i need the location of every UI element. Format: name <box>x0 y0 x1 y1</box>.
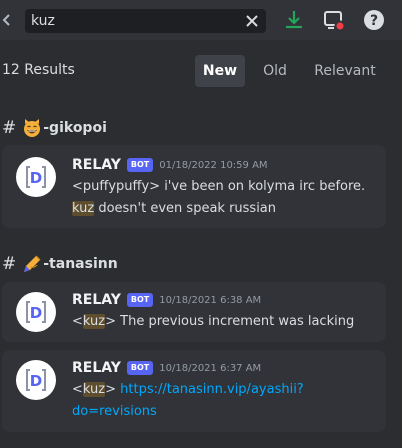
search-input[interactable] <box>31 11 241 31</box>
message-link[interactable]: https://tanasinn.vip/ayashii? <box>120 382 304 397</box>
relay-avatar-icon: D <box>26 166 46 188</box>
message-text-rest: > <box>105 382 121 397</box>
writing-hand-icon <box>22 254 43 274</box>
top-bar: ? <box>0 0 402 40</box>
svg-text:D: D <box>30 304 42 322</box>
message-text: kuz doesn't even speak russian <box>72 198 276 220</box>
relay-avatar-icon: D <box>26 301 46 323</box>
channel-hash-icon: # <box>2 254 17 274</box>
search-highlight: kuz <box>82 314 106 329</box>
tab-old[interactable]: Old <box>252 55 298 87</box>
bot-tag: BOT <box>126 158 154 172</box>
search-highlight: kuz <box>72 201 95 216</box>
message-text-rest: doesn't even speak russian <box>94 201 277 216</box>
author-name[interactable]: RELAY <box>72 292 121 308</box>
message-link[interactable]: do=revisions <box>72 404 157 419</box>
author-name[interactable]: RELAY <box>72 157 121 173</box>
timestamp: 10/18/2021 6:37 AM <box>159 362 262 374</box>
channel-name: -gikopoi <box>43 120 107 136</box>
channel-name: -tanasinn <box>43 256 118 272</box>
message-prefix: < <box>72 382 83 397</box>
tab-new[interactable]: New <box>195 55 245 87</box>
message-text: <kuz> The previous increment was lacking <box>72 311 354 333</box>
avatar[interactable]: D <box>16 157 56 197</box>
avatar[interactable]: D <box>16 360 56 400</box>
timestamp: 10/18/2021 6:38 AM <box>159 294 262 306</box>
channel-header[interactable]: # -gikopoi <box>2 117 107 139</box>
back-arrow-icon[interactable] <box>0 8 12 32</box>
channel-header[interactable]: # -tanasinn <box>2 253 118 275</box>
svg-text:?: ? <box>370 13 378 29</box>
search-result-card[interactable]: D RELAY BOT 01/18/2022 10:59 AM <puffypu… <box>2 145 386 228</box>
svg-text:D: D <box>30 169 42 187</box>
inbox-icon[interactable] <box>322 8 346 32</box>
download-icon[interactable] <box>282 8 306 32</box>
bot-tag: BOT <box>126 293 154 307</box>
tab-relevant[interactable]: Relevant <box>305 55 385 87</box>
search-result-card[interactable]: D RELAY BOT 10/18/2021 6:38 AM <kuz> The… <box>2 282 386 342</box>
message-text-rest: > The previous increment was lacking <box>105 314 355 329</box>
grinning-cat-face-icon <box>22 118 43 138</box>
message-text: <kuz> https://tanasinn.vip/ayashii? <box>72 379 304 401</box>
bot-tag: BOT <box>126 361 154 375</box>
search-bar[interactable] <box>25 9 266 33</box>
search-highlight: kuz <box>82 382 106 397</box>
avatar[interactable]: D <box>16 292 56 332</box>
clear-icon[interactable] <box>242 11 262 31</box>
help-icon[interactable]: ? <box>362 8 386 32</box>
message-text: do=revisions <box>72 401 157 423</box>
search-result-card[interactable]: D RELAY BOT 10/18/2021 6:37 AM <kuz> htt… <box>2 350 386 432</box>
timestamp: 01/18/2022 10:59 AM <box>159 159 268 171</box>
channel-hash-icon: # <box>2 118 17 138</box>
author-name[interactable]: RELAY <box>72 360 121 376</box>
results-count: 12 Results <box>2 62 75 78</box>
svg-text:D: D <box>30 372 42 390</box>
message-prefix: < <box>72 314 83 329</box>
message-text: <puffypuffy> i've been on kolyma irc bef… <box>72 179 366 194</box>
relay-avatar-icon: D <box>26 369 46 391</box>
